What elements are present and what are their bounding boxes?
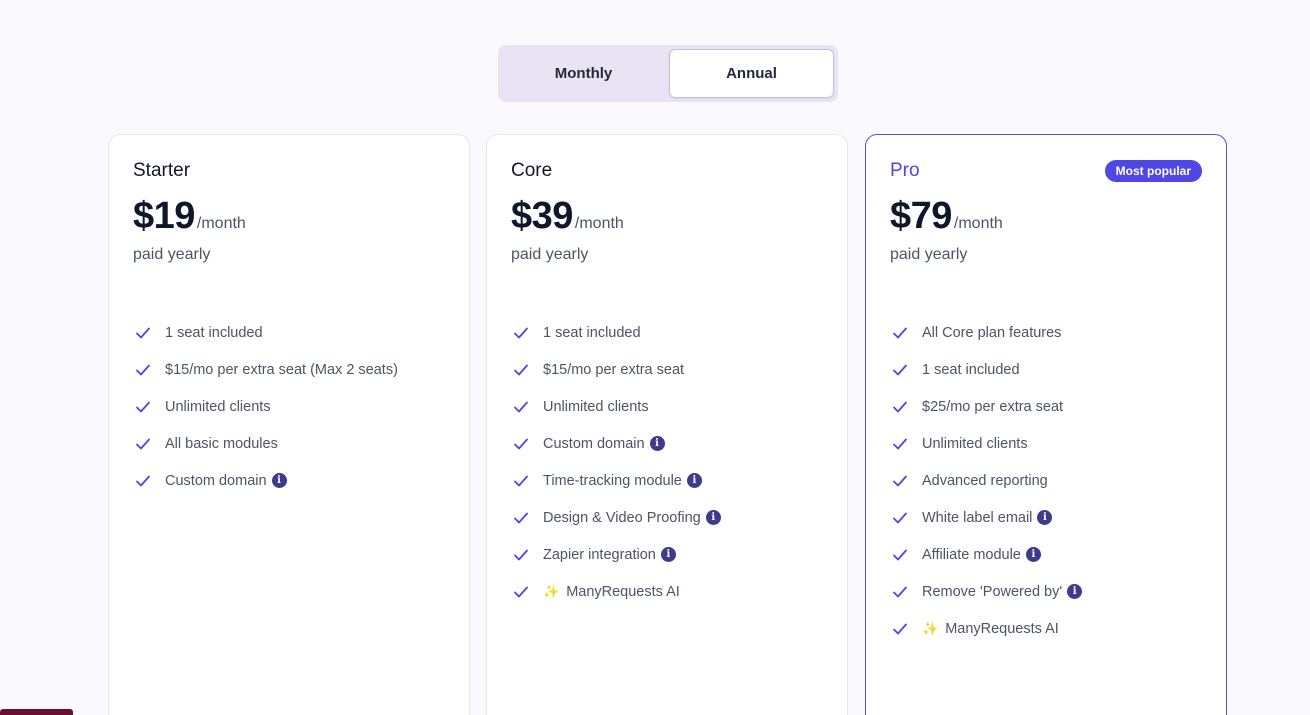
feature-text: Custom domain — [543, 435, 645, 452]
plan-price: $39 — [511, 195, 573, 237]
check-icon — [893, 623, 907, 634]
feature-list: All Core plan features 1 seat included $25… — [890, 314, 1202, 647]
feature-text: $25/mo per extra seat — [922, 398, 1064, 415]
check-icon — [136, 327, 150, 338]
feature-item: 1 seat included — [890, 351, 1202, 388]
plan-card-pro: Pro Most popular $79 /month paid yearly … — [865, 134, 1227, 715]
info-icon[interactable]: i — [1025, 547, 1041, 562]
feature-item: Custom domain i — [133, 462, 445, 499]
check-icon — [514, 512, 528, 523]
feature-item: Advanced reporting — [890, 462, 1202, 499]
info-icon[interactable]: i — [271, 473, 287, 488]
feature-item: $15/mo per extra seat — [511, 351, 823, 388]
sparkle-icon: ✨ — [543, 583, 560, 599]
feature-item: Remove 'Powered by' i — [890, 573, 1202, 610]
info-icon[interactable]: i — [649, 436, 665, 451]
plan-card-core: Core $39 /month paid yearly 1 seat inclu… — [486, 134, 848, 715]
feature-item: Design & Video Proofing i — [511, 499, 823, 536]
info-icon[interactable]: i — [705, 510, 721, 525]
check-icon — [893, 438, 907, 449]
feature-item: Unlimited clients — [133, 388, 445, 425]
feature-text: All basic modules — [165, 435, 278, 452]
check-icon — [136, 401, 150, 412]
check-icon — [893, 475, 907, 486]
check-icon — [893, 549, 907, 560]
feature-item: 1 seat included — [133, 314, 445, 351]
feature-item: ✨ ManyRequests AI — [890, 610, 1202, 647]
check-icon — [514, 401, 528, 412]
check-icon — [136, 438, 150, 449]
feature-text: $15/mo per extra seat — [543, 361, 685, 378]
plan-price: $19 — [133, 195, 195, 237]
feature-item: All Core plan features — [890, 314, 1202, 351]
feature-item: Time-tracking module i — [511, 462, 823, 499]
feature-text: ManyRequests AI — [566, 583, 680, 600]
feature-item: $25/mo per extra seat — [890, 388, 1202, 425]
feature-text: Unlimited clients — [922, 435, 1028, 452]
feature-item: 1 seat included — [511, 314, 823, 351]
feature-list: 1 seat included $15/mo per extra seat (Ma… — [133, 314, 445, 499]
feature-item: Affiliate module i — [890, 536, 1202, 573]
monthly-option[interactable]: Monthly — [502, 49, 665, 98]
plan-name: Starter — [133, 160, 191, 181]
check-icon — [514, 549, 528, 560]
feature-item: Custom domain i — [511, 425, 823, 462]
most-popular-badge: Most popular — [1104, 160, 1202, 182]
billing-period-toggle: Monthly Annual — [498, 45, 838, 102]
sparkle-icon: ✨ — [922, 620, 939, 636]
feature-item: Unlimited clients — [511, 388, 823, 425]
feature-text: Zapier integration — [543, 546, 656, 563]
feature-text: Design & Video Proofing — [543, 509, 701, 526]
check-icon — [514, 475, 528, 486]
billing-note: paid yearly — [133, 246, 211, 263]
check-icon — [514, 586, 528, 597]
feature-item: ✨ ManyRequests AI — [511, 573, 823, 610]
check-icon — [893, 512, 907, 523]
feature-text: Remove 'Powered by' — [922, 583, 1063, 600]
feature-text: 1 seat included — [165, 324, 263, 341]
billing-note: paid yearly — [511, 246, 589, 263]
info-icon[interactable]: i — [1037, 510, 1053, 525]
feature-text: Time-tracking module — [543, 472, 682, 489]
check-icon — [893, 586, 907, 597]
info-icon[interactable]: i — [660, 547, 676, 562]
plan-name: Pro — [890, 160, 920, 181]
feature-text: Unlimited clients — [543, 398, 649, 415]
check-icon — [514, 364, 528, 375]
feature-text: Unlimited clients — [165, 398, 271, 415]
feature-list: 1 seat included $15/mo per extra seat Unli… — [511, 314, 823, 610]
annual-option[interactable]: Annual — [669, 49, 834, 98]
check-icon — [136, 364, 150, 375]
feature-text: White label email — [922, 509, 1033, 526]
plan-card-starter: Starter $19 /month paid yearly 1 seat in… — [108, 134, 470, 715]
check-icon — [514, 327, 528, 338]
info-icon[interactable]: i — [686, 473, 702, 488]
check-icon — [893, 364, 907, 375]
plan-name: Core — [511, 160, 553, 181]
feature-item: Unlimited clients — [890, 425, 1202, 462]
price-period: /month — [196, 215, 246, 232]
price-period: /month — [574, 215, 624, 232]
check-icon — [136, 475, 150, 486]
feature-text: 1 seat included — [543, 324, 641, 341]
feature-text: ManyRequests AI — [945, 620, 1059, 637]
feature-item: All basic modules — [133, 425, 445, 462]
feature-text: Advanced reporting — [922, 472, 1048, 489]
check-icon — [893, 327, 907, 338]
feature-text: Affiliate module — [922, 546, 1021, 563]
check-icon — [893, 401, 907, 412]
feature-item: Zapier integration i — [511, 536, 823, 573]
plan-price: $79 — [890, 195, 952, 237]
feature-text: All Core plan features — [922, 324, 1062, 341]
feature-text: 1 seat included — [922, 361, 1020, 378]
feature-item: White label email i — [890, 499, 1202, 536]
info-icon[interactable]: i — [1067, 584, 1083, 599]
corner-widget-tab[interactable] — [0, 709, 73, 715]
feature-item: $15/mo per extra seat (Max 2 seats) — [133, 351, 445, 388]
check-icon — [514, 438, 528, 449]
feature-text: Custom domain — [165, 472, 267, 489]
billing-note: paid yearly — [890, 246, 968, 263]
price-period: /month — [953, 215, 1003, 232]
feature-text: $15/mo per extra seat (Max 2 seats) — [165, 361, 398, 378]
